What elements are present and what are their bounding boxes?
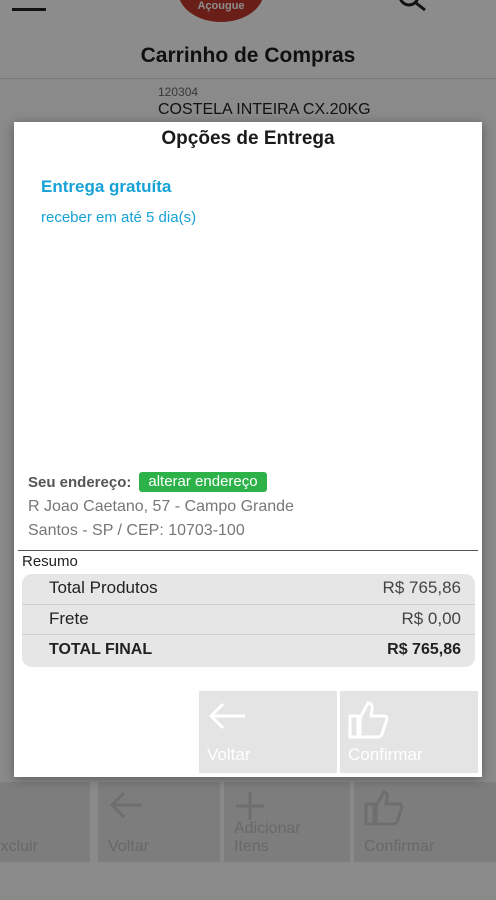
change-address-button[interactable]: alterar endereço (139, 472, 267, 492)
summary-row-total-produtos: Total Produtos R$ 765,86 (22, 574, 475, 604)
confirm-button-label: Confirmar (348, 745, 423, 764)
summary-row-value: R$ 765,86 (382, 578, 461, 597)
delivery-option-description[interactable]: receber em até 5 dia(s) (41, 209, 196, 226)
delivery-option-title[interactable]: Entrega gratuíta (41, 177, 171, 197)
summary-row-total-final: TOTAL FINAL R$ 765,86 (22, 634, 475, 664)
arrow-left-icon (208, 702, 245, 730)
summary-row-label: Frete (49, 609, 89, 628)
summary-label: Resumo (22, 553, 78, 570)
confirm-button[interactable]: Confirmar (340, 691, 478, 773)
summary-row-label: Total Produtos (49, 578, 158, 597)
address-label-row: Seu endereço: alterar endereço (28, 472, 267, 492)
back-button[interactable]: Voltar (199, 691, 337, 773)
divider (18, 550, 478, 551)
delivery-options-dialog: Opções de Entrega Entrega gratuíta receb… (14, 122, 482, 777)
summary-box: Total Produtos R$ 765,86 Frete R$ 0,00 T… (22, 574, 475, 667)
summary-row-label: TOTAL FINAL (49, 641, 153, 658)
thumbs-up-icon (348, 701, 389, 739)
summary-row-frete: Frete R$ 0,00 (22, 604, 475, 634)
back-button-label: Voltar (207, 745, 251, 764)
summary-row-value: R$ 0,00 (401, 609, 461, 628)
summary-row-value: R$ 765,86 (387, 641, 461, 658)
address-line-2: Santos - SP / CEP: 10703-100 (28, 522, 245, 539)
dialog-title: Opções de Entrega (161, 128, 335, 149)
address-line-1: R Joao Caetano, 57 - Campo Grande (28, 498, 294, 515)
address-label: Seu endereço: (28, 473, 132, 491)
